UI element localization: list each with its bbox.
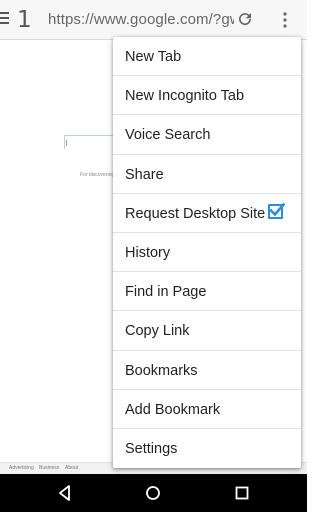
footer-link-about[interactable]: About bbox=[65, 465, 78, 471]
reload-icon[interactable] bbox=[236, 10, 254, 28]
menu-item-label: Copy Link bbox=[125, 323, 190, 340]
back-icon[interactable] bbox=[55, 483, 75, 503]
desktop-site-checkbox[interactable] bbox=[268, 202, 285, 219]
overflow-icon[interactable] bbox=[282, 12, 288, 28]
menu-item-label: Share bbox=[125, 166, 164, 183]
footer-link-business[interactable]: Business bbox=[39, 465, 59, 471]
home-icon[interactable] bbox=[143, 483, 163, 503]
menu-item-label: Request Desktop Site bbox=[125, 205, 266, 222]
overflow-menu: New Tab New Incognito Tab Voice Search S… bbox=[113, 37, 301, 469]
menu-item-label: Find in Page bbox=[125, 284, 207, 301]
system-nav-bar bbox=[0, 474, 307, 512]
menu-item-label: Bookmarks bbox=[125, 362, 198, 379]
menu-item-label: Add Bookmark bbox=[125, 401, 221, 418]
checkmark-icon bbox=[269, 202, 285, 217]
menu-item-add-bookmark[interactable]: Add Bookmark bbox=[113, 390, 301, 429]
menu-item-history[interactable]: History bbox=[113, 233, 301, 273]
menu-item-label: Settings bbox=[125, 440, 178, 457]
footer-link-advertising[interactable]: Advertising bbox=[9, 465, 34, 471]
menu-item-share[interactable]: Share bbox=[113, 155, 301, 194]
browser-toolbar: 1 https://www.google.com/?gws_rd=ssl bbox=[0, 0, 307, 40]
menu-item-new-tab[interactable]: New Tab bbox=[113, 37, 301, 77]
menu-item-label: New Tab bbox=[125, 49, 182, 65]
menu-item-find-in-page[interactable]: Find in Page bbox=[113, 272, 301, 312]
menu-item-voice-search[interactable]: Voice Search bbox=[113, 115, 301, 155]
recents-icon[interactable] bbox=[232, 483, 252, 503]
menu-item-label: Voice Search bbox=[125, 127, 211, 144]
menu-icon[interactable] bbox=[0, 12, 10, 26]
menu-item-label: New Incognito Tab bbox=[125, 88, 245, 105]
menu-item-request-desktop-site[interactable]: Request Desktop Site bbox=[113, 194, 301, 233]
menu-item-label: History bbox=[125, 244, 171, 261]
menu-item-settings[interactable]: Settings bbox=[113, 429, 301, 468]
menu-item-copy-link[interactable]: Copy Link bbox=[113, 311, 301, 351]
menu-item-new-incognito-tab[interactable]: New Incognito Tab bbox=[113, 76, 301, 116]
text-caret bbox=[66, 140, 67, 146]
menu-item-bookmarks[interactable]: Bookmarks bbox=[113, 351, 301, 390]
tab-count[interactable]: 1 bbox=[17, 7, 32, 33]
url-bar[interactable]: https://www.google.com/?gws_rd=ssl bbox=[48, 11, 234, 31]
